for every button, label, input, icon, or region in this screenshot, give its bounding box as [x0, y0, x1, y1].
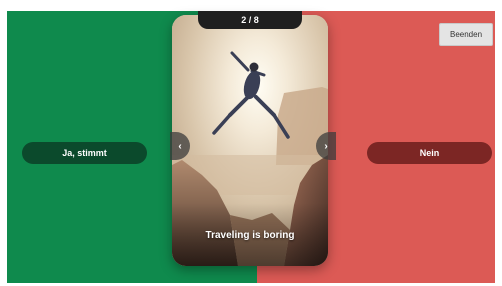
chevron-right-icon: › — [324, 140, 328, 152]
statement-text: Traveling is boring — [205, 230, 295, 241]
no-button[interactable]: Nein — [367, 142, 492, 164]
next-card-button[interactable]: › — [316, 132, 336, 160]
chevron-left-icon: ‹ — [178, 140, 182, 152]
card-counter: 2 / 8 — [198, 11, 302, 29]
card-photo — [172, 15, 328, 266]
quit-button[interactable]: Beenden — [439, 23, 493, 46]
yes-button[interactable]: Ja, stimmt — [22, 142, 147, 164]
statement-card[interactable] — [172, 15, 328, 266]
